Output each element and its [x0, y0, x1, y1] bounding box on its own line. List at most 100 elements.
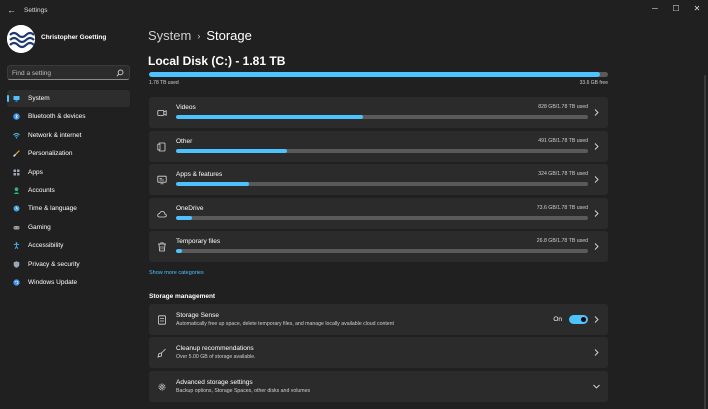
trash-icon — [158, 242, 166, 252]
maximize-button[interactable]: ☐ — [669, 3, 683, 15]
disk-free-label: 33.6 GB free — [579, 80, 608, 86]
sidebar-item-accessibility[interactable]: Accessibility — [7, 237, 130, 254]
chevron-right-icon[interactable] — [593, 209, 600, 218]
category-usage-bar — [176, 115, 588, 119]
sidebar-item-label: Network & internet — [28, 131, 82, 139]
window-title: Settings — [24, 7, 48, 14]
sidebar-item-system[interactable]: System — [7, 90, 130, 107]
storage-management-heading: Storage management — [149, 293, 216, 300]
category-name: Apps & features — [176, 171, 223, 178]
storage-sense-toggle[interactable] — [569, 315, 588, 324]
sidebar-item-personalization[interactable]: Personalization — [7, 145, 130, 162]
category-usage-fill — [176, 115, 364, 119]
storage-sense-card[interactable]: Storage Sense Automatically free up spac… — [149, 304, 608, 335]
chevron-right-icon[interactable] — [593, 108, 600, 117]
search-box[interactable] — [7, 65, 130, 80]
category-name: OneDrive — [176, 204, 204, 212]
storage-category-videos[interactable]: Videos 828 GB/1.78 TB used — [149, 97, 608, 128]
sidebar-item-label: Gaming — [28, 223, 51, 231]
sidebar-item-gaming[interactable]: Gaming — [7, 219, 130, 236]
sidebar-item-bluetooth-devices[interactable]: Bluetooth & devices — [7, 108, 130, 125]
advanced-storage-description: Backup options, Storage Spaces, other di… — [176, 388, 311, 394]
category-usage-bar — [176, 148, 588, 153]
chevron-right-icon[interactable] — [593, 175, 600, 184]
cloud-icon — [157, 210, 167, 217]
category-usage-fill — [176, 148, 288, 153]
sidebar-item-label: Windows Update — [28, 279, 78, 286]
sidebar-item-label: Accessibility — [28, 242, 64, 250]
page-title: Storage — [206, 28, 252, 43]
gear-icon — [158, 383, 166, 391]
disk-usage-fill — [149, 72, 600, 77]
chevron-right-icon[interactable] — [593, 242, 600, 251]
disk-usage-bar — [149, 72, 608, 77]
sidebar-item-label: Apps — [28, 168, 43, 176]
category-name: Other — [176, 137, 193, 145]
shield-icon — [13, 260, 20, 268]
sidebar-item-label: Privacy & security — [28, 260, 80, 268]
globe-clock-icon — [13, 205, 20, 212]
bluetooth-icon — [13, 113, 20, 121]
storage-category-onedrive[interactable]: OneDrive 73.6 GB/1.78 TB used — [149, 197, 608, 229]
category-usage-fill — [176, 182, 250, 186]
minimize-button[interactable]: ─ — [648, 3, 662, 15]
sidebar-item-windows-update[interactable]: Windows Update — [7, 274, 130, 291]
storage-category-temporary-files[interactable]: Temporary files 26.8 GB/1.78 TB used — [149, 231, 608, 262]
sidebar-item-label: Bluetooth & devices — [28, 113, 86, 121]
brush-icon — [13, 150, 20, 158]
sidebar-item-label: Accounts — [28, 187, 55, 194]
gamepad-icon — [13, 225, 20, 230]
sidebar-item-accounts[interactable]: Accounts — [7, 182, 130, 199]
apps-icon — [13, 169, 20, 176]
category-size: 324 GB/1.78 TB used — [538, 171, 588, 177]
sidebar-item-network-internet[interactable]: Network & internet — [7, 127, 130, 144]
scrollbar[interactable] — [704, 75, 706, 409]
update-icon — [13, 279, 20, 286]
avatar-logo-icon — [7, 25, 35, 53]
chevron-right-icon[interactable] — [593, 315, 600, 324]
avatar[interactable] — [7, 25, 35, 53]
user-name: Christopher Goetting — [41, 34, 107, 41]
sidebar-item-label: System — [28, 95, 50, 102]
category-usage-bar — [176, 215, 588, 220]
cleanup-recommendations-card[interactable]: Cleanup recommendations Over 5.00 GB of … — [149, 337, 608, 368]
sidebar-item-label: Time & language — [28, 205, 77, 213]
title-bar: ← Settings ─ ☐ ✕ — [0, 0, 708, 20]
search-icon[interactable] — [116, 69, 124, 77]
main-content: System › Storage Local Disk (C:) - 1.81 TB… — [140, 20, 708, 409]
sidebar-item-label: Personalization — [28, 150, 73, 158]
category-usage-bar — [176, 182, 588, 186]
category-size: 73.6 GB/1.78 TB used — [536, 204, 588, 211]
video-icon — [157, 110, 167, 116]
category-usage-fill — [176, 249, 183, 253]
person-icon — [13, 187, 20, 194]
apps-features-icon — [157, 175, 167, 185]
wifi-icon — [13, 132, 20, 139]
close-button[interactable]: ✕ — [690, 3, 704, 15]
sidebar-item-privacy-security[interactable]: Privacy & security — [7, 256, 130, 273]
advanced-storage-settings-card[interactable]: Advanced storage settings Backup options… — [149, 371, 608, 402]
show-more-categories-link[interactable]: Show more categories — [149, 270, 204, 276]
storage-sense-description: Automatically free up space, delete temp… — [176, 321, 394, 327]
back-arrow-icon[interactable]: ← — [7, 5, 17, 15]
toggle-knob — [581, 317, 586, 322]
storage-category-other[interactable]: Other 491 GB/1.78 TB used — [149, 130, 608, 162]
cleanup-description: Over 5.00 GB of storage available. — [176, 354, 256, 360]
breadcrumb-parent[interactable]: System — [148, 28, 191, 43]
sidebar-item-time-language[interactable]: Time & language — [7, 200, 130, 217]
category-usage-fill — [176, 215, 193, 220]
sidebar: Christopher Goetting System Bluetooth & d… — [0, 20, 140, 409]
chevron-right-icon[interactable] — [593, 142, 600, 151]
broom-icon — [157, 348, 166, 358]
monitor-icon — [13, 96, 20, 102]
category-name: Videos — [176, 104, 196, 111]
search-input[interactable] — [12, 68, 112, 78]
storage-category-apps-features[interactable]: Apps & features 324 GB/1.78 TB used — [149, 164, 608, 195]
breadcrumb: System › Storage — [148, 28, 252, 43]
disk-title: Local Disk (C:) - 1.81 TB — [148, 54, 286, 68]
chevron-right-icon[interactable] — [593, 348, 600, 357]
category-size: 828 GB/1.78 TB used — [538, 104, 588, 110]
chevron-down-icon[interactable] — [592, 383, 601, 390]
storage-sense-toggle-label: On — [553, 316, 562, 323]
sidebar-item-apps[interactable]: Apps — [7, 164, 130, 181]
